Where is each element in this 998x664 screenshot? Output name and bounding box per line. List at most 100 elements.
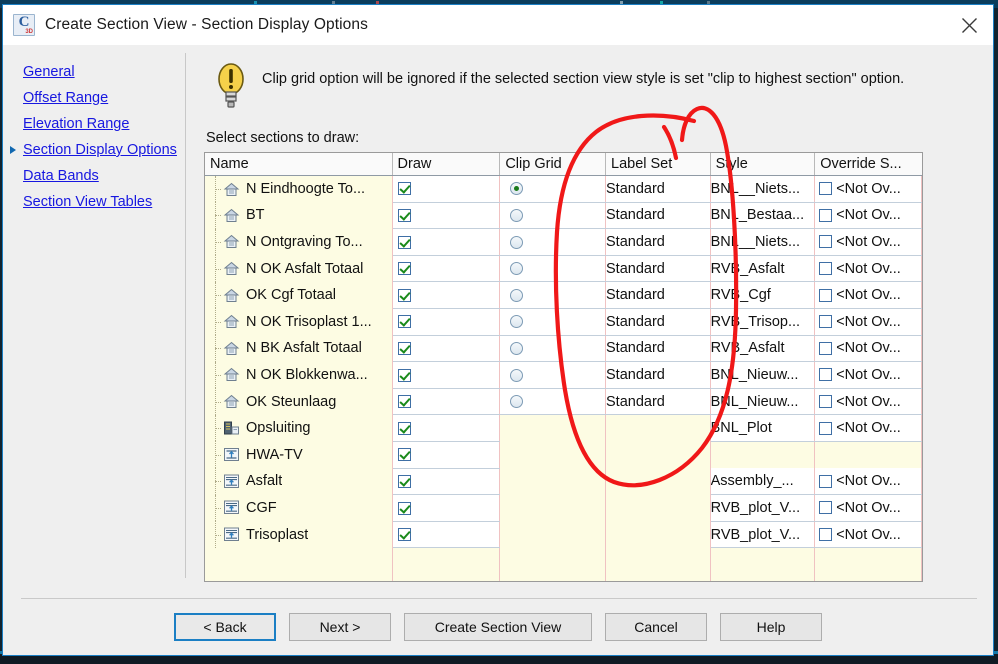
table-row[interactable]: Asfalt Assembly_...<Not Ov... — [205, 468, 922, 495]
override-checkbox[interactable] — [819, 182, 832, 195]
table-row[interactable]: N OK Trisoplast 1...StandardRVB_Trisop..… — [205, 308, 922, 335]
cell-draw[interactable] — [392, 415, 500, 442]
cell-name[interactable]: CGF — [205, 495, 392, 522]
cell-draw[interactable] — [392, 362, 500, 389]
cell-override-style[interactable]: <Not Ov... — [815, 335, 922, 362]
cell-label-set[interactable]: Standard — [606, 229, 711, 256]
cell-clip-grid[interactable] — [500, 229, 606, 256]
cell-name[interactable]: OK Cgf Totaal — [205, 282, 392, 309]
clip-grid-radio[interactable] — [510, 315, 523, 328]
override-checkbox[interactable] — [819, 528, 832, 541]
sidebar-item-section-display-options[interactable]: Section Display Options — [3, 137, 186, 163]
clip-grid-radio[interactable] — [510, 236, 523, 249]
cell-name[interactable]: BT — [205, 202, 392, 229]
draw-checkbox[interactable] — [398, 448, 411, 461]
cell-draw[interactable] — [392, 255, 500, 282]
override-checkbox[interactable] — [819, 422, 832, 435]
cell-override-style[interactable]: <Not Ov... — [815, 415, 922, 442]
table-row[interactable]: N Ontgraving To...StandardBNL__Niets...<… — [205, 229, 922, 256]
override-checkbox[interactable] — [819, 262, 832, 275]
cell-style[interactable]: BNL_Plot — [710, 415, 815, 442]
cell-style[interactable]: RVB_plot_V... — [710, 495, 815, 522]
column-header-draw[interactable]: Draw — [392, 153, 500, 176]
column-header-style[interactable]: Style — [710, 153, 815, 176]
cell-override-style[interactable]: <Not Ov... — [815, 362, 922, 389]
cell-override-style[interactable]: <Not Ov... — [815, 495, 922, 522]
cell-label-set[interactable]: Standard — [606, 362, 711, 389]
table-row[interactable]: OK Cgf TotaalStandardRVB_Cgf<Not Ov... — [205, 282, 922, 309]
cell-override-style[interactable]: <Not Ov... — [815, 308, 922, 335]
cell-name[interactable]: N BK Asfalt Totaal — [205, 335, 392, 362]
cell-override-style[interactable]: <Not Ov... — [815, 468, 922, 495]
clip-grid-radio[interactable] — [510, 395, 523, 408]
override-checkbox[interactable] — [819, 235, 832, 248]
table-row[interactable]: CGF RVB_plot_V...<Not Ov... — [205, 495, 922, 522]
draw-checkbox[interactable] — [398, 289, 411, 302]
back-button[interactable]: < Back — [174, 613, 276, 641]
cell-draw[interactable] — [392, 468, 500, 495]
column-header-override[interactable]: Override S... — [815, 153, 922, 176]
cell-name[interactable]: Opsluiting — [205, 415, 392, 442]
cell-style[interactable]: BNL_Bestaa... — [710, 202, 815, 229]
cell-draw[interactable] — [392, 335, 500, 362]
cell-clip-grid[interactable] — [500, 335, 606, 362]
column-header-clip-grid[interactable]: Clip Grid — [500, 153, 606, 176]
cell-label-set[interactable]: Standard — [606, 388, 711, 415]
draw-checkbox[interactable] — [398, 315, 411, 328]
table-row[interactable]: N OK Blokkenwa...StandardBNL_Nieuw...<No… — [205, 362, 922, 389]
draw-checkbox[interactable] — [398, 475, 411, 488]
cell-name[interactable]: N OK Asfalt Totaal — [205, 255, 392, 282]
override-checkbox[interactable] — [819, 475, 832, 488]
cell-clip-grid[interactable] — [500, 308, 606, 335]
draw-checkbox[interactable] — [398, 236, 411, 249]
sidebar-item-elevation-range[interactable]: Elevation Range — [3, 111, 186, 137]
cell-draw[interactable] — [392, 202, 500, 229]
cell-name[interactable]: Asfalt — [205, 468, 392, 495]
cell-label-set[interactable]: Standard — [606, 308, 711, 335]
clip-grid-radio[interactable] — [510, 342, 523, 355]
next-button[interactable]: Next > — [289, 613, 391, 641]
table-row[interactable]: Trisoplast RVB_plot_V...<Not Ov... — [205, 521, 922, 548]
cell-label-set[interactable]: Standard — [606, 176, 711, 203]
cell-label-set[interactable]: Standard — [606, 282, 711, 309]
clip-grid-radio[interactable] — [510, 182, 523, 195]
column-header-label-set[interactable]: Label Set — [606, 153, 711, 176]
cell-name[interactable]: N Eindhoogte To... — [205, 176, 392, 203]
clip-grid-radio[interactable] — [510, 289, 523, 302]
help-button[interactable]: Help — [720, 613, 822, 641]
override-checkbox[interactable] — [819, 368, 832, 381]
cell-style[interactable]: RVB_Trisop... — [710, 308, 815, 335]
cell-style[interactable]: RVB_Cgf — [710, 282, 815, 309]
clip-grid-radio[interactable] — [510, 262, 523, 275]
cell-clip-grid[interactable] — [500, 362, 606, 389]
override-checkbox[interactable] — [819, 342, 832, 355]
cell-draw[interactable] — [392, 441, 500, 468]
cell-name[interactable]: OK Steunlaag — [205, 388, 392, 415]
cell-clip-grid[interactable] — [500, 282, 606, 309]
override-checkbox[interactable] — [819, 501, 832, 514]
cell-override-style[interactable]: <Not Ov... — [815, 202, 922, 229]
cell-override-style[interactable]: <Not Ov... — [815, 229, 922, 256]
draw-checkbox[interactable] — [398, 342, 411, 355]
override-checkbox[interactable] — [819, 315, 832, 328]
override-checkbox[interactable] — [819, 209, 832, 222]
draw-checkbox[interactable] — [398, 182, 411, 195]
cell-clip-grid[interactable] — [500, 255, 606, 282]
cell-override-style[interactable]: <Not Ov... — [815, 176, 922, 203]
cell-label-set[interactable]: Standard — [606, 202, 711, 229]
cell-clip-grid[interactable] — [500, 176, 606, 203]
cell-override-style[interactable]: <Not Ov... — [815, 388, 922, 415]
table-row[interactable]: BT StandardBNL_Bestaa...<Not Ov... — [205, 202, 922, 229]
cell-style[interactable]: Assembly_... — [710, 468, 815, 495]
draw-checkbox[interactable] — [398, 422, 411, 435]
cell-override-style[interactable]: <Not Ov... — [815, 521, 922, 548]
column-header-name[interactable]: Name — [205, 153, 392, 176]
cell-style[interactable]: BNL_Nieuw... — [710, 362, 815, 389]
cell-name[interactable]: Trisoplast — [205, 521, 392, 548]
draw-checkbox[interactable] — [398, 369, 411, 382]
cell-style[interactable]: RVB_plot_V... — [710, 521, 815, 548]
cell-style[interactable]: RVB_Asfalt — [710, 335, 815, 362]
cell-draw[interactable] — [392, 521, 500, 548]
cell-label-set[interactable]: Standard — [606, 335, 711, 362]
sidebar-item-offset-range[interactable]: Offset Range — [3, 85, 186, 111]
